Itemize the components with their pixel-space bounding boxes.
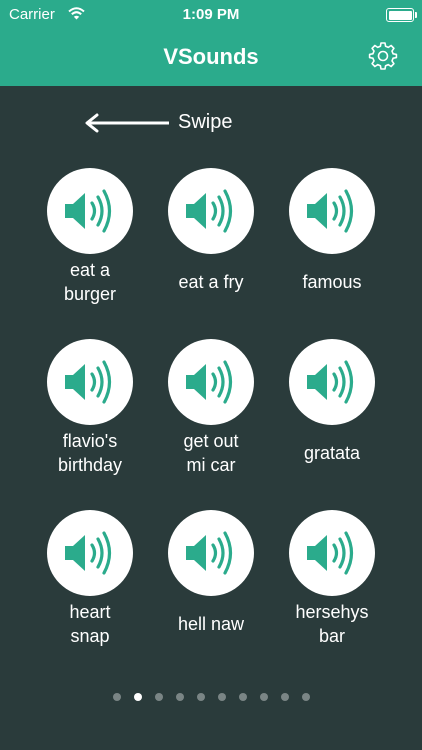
sound-button[interactable]	[168, 168, 254, 254]
sound-label-line: snap	[70, 626, 110, 646]
page-dot[interactable]	[301, 693, 310, 701]
speaker-icon	[65, 531, 112, 575]
sound-label-line: birthday	[57, 455, 123, 475]
page-dot[interactable]	[259, 693, 268, 701]
sound-label: flavio's birthday	[30, 429, 150, 477]
page-dot[interactable]	[280, 693, 289, 701]
sound-button[interactable]	[289, 510, 375, 596]
sound-button[interactable]	[47, 510, 133, 596]
speaker-icon	[186, 360, 233, 404]
app-header: Carrier 1:09 PM VSounds	[0, 0, 422, 86]
page-dot[interactable]	[196, 693, 205, 701]
page-dot[interactable]	[175, 693, 184, 701]
sound-label-line: burger	[63, 284, 117, 304]
sound-label: hersehys bar	[272, 600, 392, 648]
speaker-icon	[307, 531, 354, 575]
swipe-label: Swipe	[178, 111, 233, 133]
page-dot[interactable]	[217, 693, 226, 701]
page-title: VSounds	[163, 44, 259, 69]
sound-label-line: get out	[183, 431, 239, 451]
sound-label: gratata	[303, 443, 361, 463]
page-dot[interactable]	[154, 693, 163, 701]
sound-button[interactable]	[168, 510, 254, 596]
sound-label: famous	[302, 272, 362, 292]
sound-tile-flavios-birthday[interactable]: flavio's birthday	[30, 339, 150, 479]
status-time: 1:09 PM	[182, 6, 240, 23]
sound-tile-gratata[interactable]: gratata	[272, 339, 392, 479]
page-control[interactable]	[0, 693, 422, 701]
speaker-icon	[186, 189, 233, 233]
gear-icon	[368, 42, 398, 70]
sound-tile-get-out-mi-car[interactable]: get out mi car	[151, 339, 271, 479]
sound-button[interactable]	[289, 339, 375, 425]
sound-label-line: hersehys	[295, 602, 369, 622]
speaker-icon	[65, 360, 112, 404]
sound-tile-famous[interactable]: famous	[272, 168, 392, 308]
battery-icon	[386, 8, 417, 22]
speaker-icon	[65, 189, 112, 233]
sound-label: eat a burger	[30, 258, 150, 306]
sound-button[interactable]	[289, 168, 375, 254]
page-dot-active[interactable]	[133, 693, 142, 701]
sound-label: heart snap	[30, 600, 150, 648]
sound-label-line: heart	[69, 602, 111, 622]
sound-label-line: eat a	[69, 260, 111, 280]
page-dot[interactable]	[238, 693, 247, 701]
sound-button[interactable]	[47, 339, 133, 425]
sound-button[interactable]	[47, 168, 133, 254]
status-bar: Carrier 1:09 PM	[0, 0, 422, 30]
sound-label: eat a fry	[178, 272, 244, 292]
settings-button[interactable]	[368, 40, 398, 70]
speaker-icon	[186, 531, 233, 575]
arrow-left-icon	[85, 113, 169, 133]
sound-tile-hell-naw[interactable]: hell naw	[151, 510, 271, 650]
sound-button[interactable]	[168, 339, 254, 425]
sound-label: hell naw	[177, 614, 245, 634]
sound-label-line: mi car	[186, 455, 236, 475]
sound-label-line: flavio's	[62, 431, 118, 451]
sound-label: get out mi car	[151, 429, 271, 477]
speaker-icon	[307, 189, 354, 233]
sound-tile-eat-a-burger[interactable]: eat a burger	[30, 168, 150, 308]
sound-tile-heart-snap[interactable]: heart snap	[30, 510, 150, 650]
sound-label-line: bar	[318, 626, 345, 646]
speaker-icon	[307, 360, 354, 404]
sound-tile-eat-a-fry[interactable]: eat a fry	[151, 168, 271, 308]
sound-tile-hersehys-bar[interactable]: hersehys bar	[272, 510, 392, 650]
page-dot[interactable]	[112, 693, 121, 701]
